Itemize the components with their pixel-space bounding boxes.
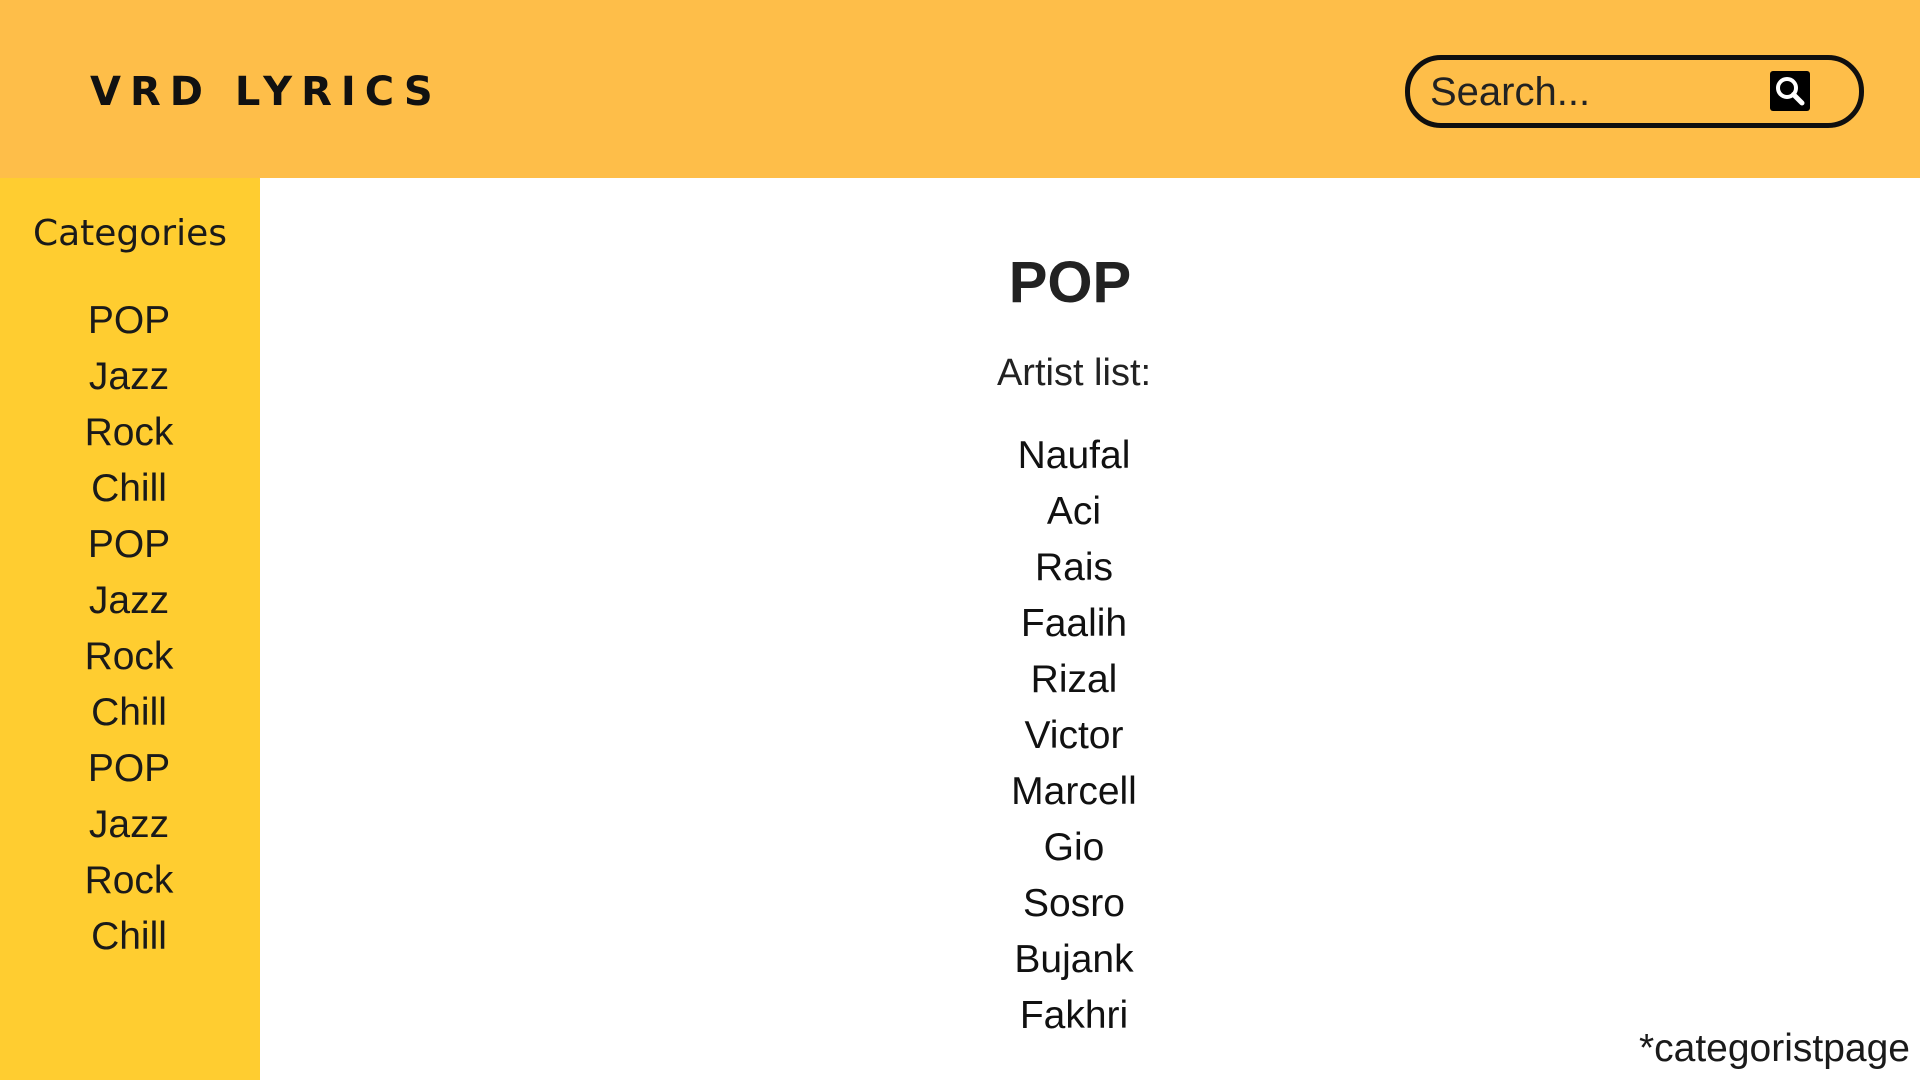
- artist-item[interactable]: Marcell: [260, 764, 1888, 820]
- site-logo[interactable]: VRD LYRICS: [90, 64, 442, 120]
- sidebar-item-chill[interactable]: Chill: [0, 909, 258, 965]
- categories-sidebar: Categories POP Jazz Rock Chill POP Jazz …: [0, 178, 260, 1080]
- artist-list: Naufal Aci Rais Faalih Rizal Victor Marc…: [260, 428, 1888, 1044]
- artist-item[interactable]: Naufal: [260, 428, 1888, 484]
- sidebar-item-pop[interactable]: POP: [0, 741, 258, 797]
- sidebar-item-pop[interactable]: POP: [0, 517, 258, 573]
- sidebar-title: Categories: [32, 213, 228, 254]
- artist-item[interactable]: Bujank: [260, 932, 1888, 988]
- page-note: *categoristpage: [1638, 1027, 1910, 1070]
- sidebar-item-jazz[interactable]: Jazz: [0, 573, 258, 629]
- sidebar-item-jazz[interactable]: Jazz: [0, 797, 258, 853]
- search-bar: [1405, 55, 1864, 128]
- artist-item[interactable]: Gio: [260, 820, 1888, 876]
- artist-item[interactable]: Faalih: [260, 596, 1888, 652]
- sidebar-item-pop[interactable]: POP: [0, 293, 258, 349]
- artist-item[interactable]: Rais: [260, 540, 1888, 596]
- sidebar-item-chill[interactable]: Chill: [0, 461, 258, 517]
- artist-list-label: Artist list:: [996, 352, 1152, 394]
- sidebar-item-rock[interactable]: Rock: [0, 405, 258, 461]
- search-icon: [1776, 77, 1805, 106]
- search-button[interactable]: [1770, 71, 1810, 111]
- sidebar-item-jazz[interactable]: Jazz: [0, 349, 258, 405]
- sidebar-item-chill[interactable]: Chill: [0, 685, 258, 741]
- artist-item[interactable]: Victor: [260, 708, 1888, 764]
- category-list: POP Jazz Rock Chill POP Jazz Rock Chill …: [0, 293, 258, 965]
- sidebar-item-rock[interactable]: Rock: [0, 629, 258, 685]
- search-input[interactable]: [1430, 66, 1750, 118]
- artist-item[interactable]: Aci: [260, 484, 1888, 540]
- site-header: VRD LYRICS: [0, 0, 1920, 178]
- artist-item[interactable]: Sosro: [260, 876, 1888, 932]
- page-title: POP: [1008, 250, 1132, 315]
- sidebar-item-rock[interactable]: Rock: [0, 853, 258, 909]
- artist-item[interactable]: Rizal: [260, 652, 1888, 708]
